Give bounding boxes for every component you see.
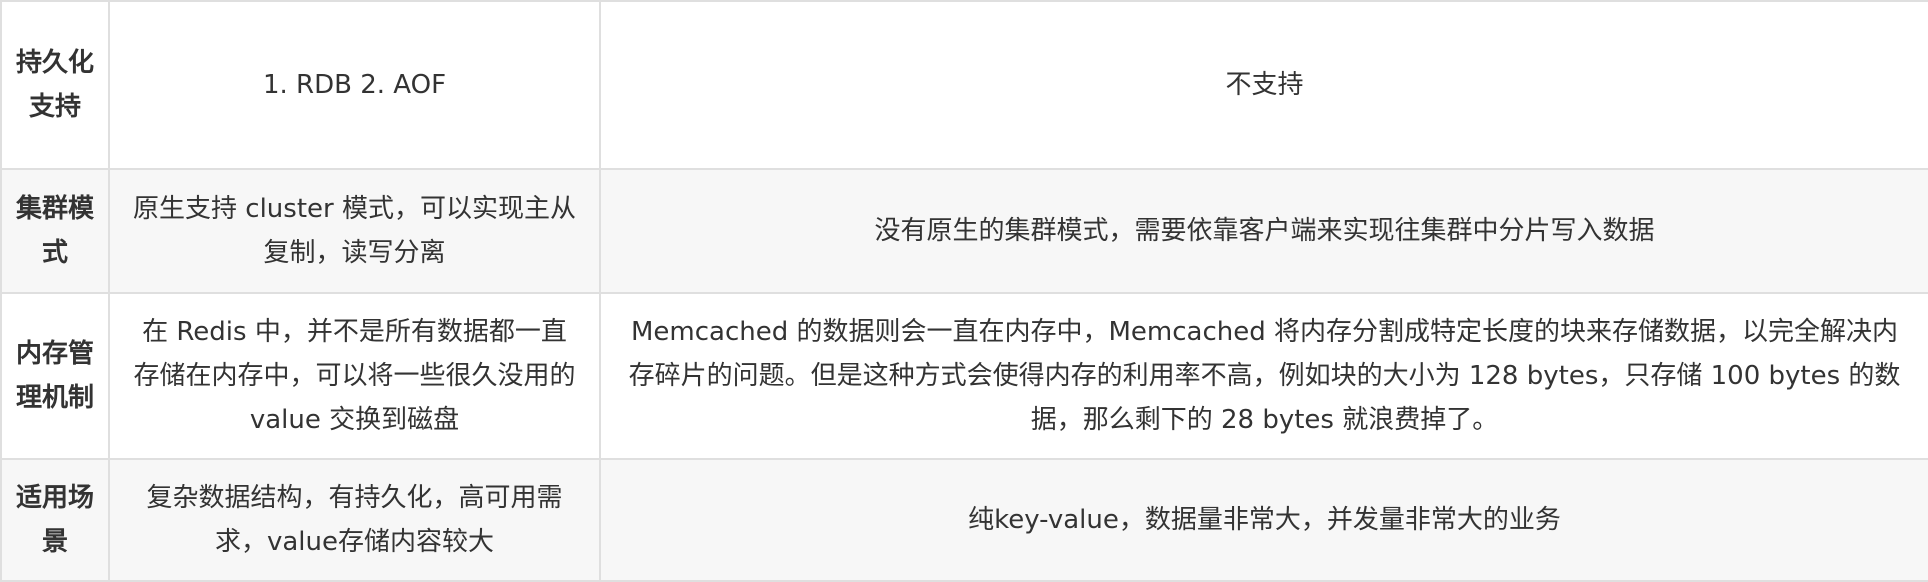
table-row: 适用场景 复杂数据结构，有持久化，高可用需求，value存储内容较大 纯key-…	[0, 458, 1928, 582]
row-header-cell: 持久化支持	[0, 0, 110, 170]
redis-cell: 原生支持 cluster 模式，可以实现主从复制，读写分离	[108, 168, 601, 294]
row-header-cell: 适用场景	[0, 458, 110, 582]
comparison-table: 持久化支持 1. RDB 2. AOF 不支持 集群模式 原生支持 cluste…	[0, 0, 1928, 582]
table-row: 持久化支持 1. RDB 2. AOF 不支持	[0, 0, 1928, 170]
redis-cell: 在 Redis 中，并不是所有数据都一直存储在内存中，可以将一些很久没用的 va…	[108, 292, 601, 460]
redis-cell: 1. RDB 2. AOF	[108, 0, 601, 170]
memcached-cell: Memcached 的数据则会一直在内存中，Memcached 将内存分割成特定…	[599, 292, 1928, 460]
memcached-cell: 不支持	[599, 0, 1928, 170]
row-header-cell: 集群模式	[0, 168, 110, 294]
memcached-cell: 纯key-value，数据量非常大，并发量非常大的业务	[599, 458, 1928, 582]
memcached-cell: 没有原生的集群模式，需要依靠客户端来实现往集群中分片写入数据	[599, 168, 1928, 294]
redis-cell: 复杂数据结构，有持久化，高可用需求，value存储内容较大	[108, 458, 601, 582]
table-row: 集群模式 原生支持 cluster 模式，可以实现主从复制，读写分离 没有原生的…	[0, 168, 1928, 294]
row-header-cell: 内存管理机制	[0, 292, 110, 460]
table-row: 内存管理机制 在 Redis 中，并不是所有数据都一直存储在内存中，可以将一些很…	[0, 292, 1928, 460]
